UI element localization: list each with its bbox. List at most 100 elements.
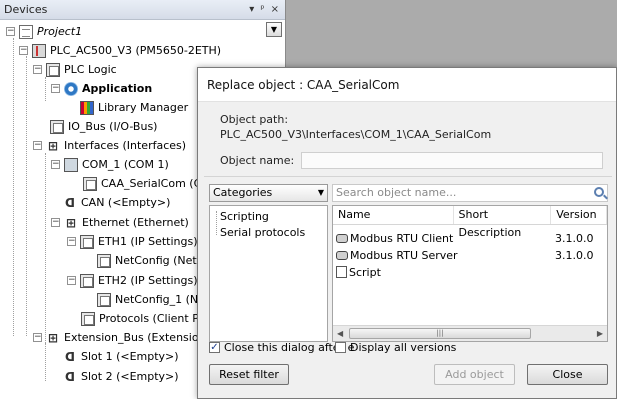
category-item-serial-protocols[interactable]: Serial protocols (220, 226, 305, 239)
object-path-value: PLC_AC500_V3\Interfaces\COM_1\CAA_Serial… (220, 128, 492, 141)
object-path-label: Object path: (220, 113, 289, 126)
tree-item-label: PLC_AC500_V3 (PM5650-2ETH) (50, 44, 222, 57)
tree-item-eth2[interactable]: − ETH2 (IP Settings) (67, 271, 198, 290)
tree-item-can[interactable]: ᗡ CAN (<Empty>) (63, 193, 170, 212)
tree-item-label: Application (82, 82, 153, 95)
search-input[interactable]: Search object name... (332, 184, 608, 202)
tree-connector (26, 56, 27, 336)
tree-item-label: Ethernet (Ethernet) (82, 216, 189, 229)
collapse-icon[interactable]: − (6, 27, 15, 36)
replace-object-dialog: Replace object : CAA_SerialCom Object pa… (197, 67, 617, 399)
tree-connector (45, 343, 46, 381)
tree-item-slot2[interactable]: ᗡ Slot 2 (<Empty>) (63, 367, 179, 386)
tree-item-extension-bus[interactable]: − ⊞ Extension_Bus (Extension (33, 328, 206, 347)
object-name-field[interactable] (301, 152, 603, 169)
column-header-name[interactable]: Name (333, 206, 454, 224)
tree-item-label: COM_1 (COM 1) (82, 158, 169, 171)
object-name: Modbus RTU Client (350, 232, 454, 245)
tree-item-label: Extension_Bus (Extension (64, 331, 206, 344)
com-port-icon (64, 157, 78, 172)
tree-item-protocols[interactable]: Protocols (Client Pro (81, 309, 210, 328)
empty-slot-icon: ᗡ (65, 195, 75, 210)
tree-connector (45, 153, 46, 343)
tree-item-interfaces[interactable]: − ⊞ Interfaces (Interfaces) (33, 136, 186, 155)
search-icon[interactable] (594, 187, 604, 197)
dialog-title: Replace object : CAA_SerialCom (198, 68, 616, 102)
collapse-icon[interactable]: − (67, 276, 76, 285)
library-icon (80, 100, 94, 115)
tree-item-io-bus[interactable]: IO_Bus (I/O-Bus) (50, 117, 157, 136)
collapse-icon[interactable]: − (33, 65, 42, 74)
tree-item-application[interactable]: − Application (51, 79, 152, 98)
tree-item-label: ETH1 (IP Settings) (98, 235, 198, 248)
object-info-panel: Object path: PLC_AC500_V3\Interfaces\COM… (209, 104, 607, 172)
categories-select[interactable]: Categories ▼ (209, 184, 328, 202)
interfaces-icon: ⊞ (47, 138, 59, 153)
scroll-right-icon[interactable]: ▶ (597, 329, 603, 338)
tree-item-label: CAA_SerialCom (CA (101, 174, 209, 193)
collapse-icon[interactable]: − (51, 160, 60, 169)
horizontal-scrollbar[interactable]: ◀ ||| ▶ (333, 325, 607, 341)
tree-item-project[interactable]: − Project1 (6, 22, 82, 41)
tree-item-label: CAN (<Empty>) (81, 196, 171, 209)
devices-dropdown-button[interactable]: ▼ (266, 22, 282, 37)
object-row-modbus-rtu-client[interactable]: Modbus RTU Client 3.1.0.0 (336, 230, 593, 247)
tree-item-label: Library Manager (98, 101, 189, 114)
tree-item-label: Slot 2 (<Empty>) (81, 370, 179, 383)
collapse-icon[interactable]: − (19, 46, 28, 55)
tree-item-library-manager[interactable]: Library Manager (80, 98, 188, 117)
category-item-scripting[interactable]: Scripting (220, 210, 269, 223)
collapse-icon[interactable]: − (33, 333, 42, 342)
tree-item-eth1[interactable]: − ETH1 (IP Settings) (67, 232, 198, 251)
scroll-left-icon[interactable]: ◀ (337, 329, 343, 338)
reset-filter-button[interactable]: Reset filter (209, 364, 289, 385)
object-row-modbus-rtu-server[interactable]: Modbus RTU Server 3.1.0.0 (336, 247, 593, 264)
tree-item-label: NetConfig_1 (Net (115, 293, 210, 306)
eth-port-icon (80, 273, 94, 288)
project-icon (19, 24, 33, 39)
tree-item-com1[interactable]: − COM_1 (COM 1) (51, 155, 169, 174)
collapse-icon[interactable]: − (67, 237, 76, 246)
tree-item-ethernet[interactable]: − ⊞ Ethernet (Ethernet) (51, 213, 189, 232)
collapse-icon[interactable]: − (51, 218, 60, 227)
tree-item-plc-logic[interactable]: − PLC Logic (33, 60, 117, 79)
protocols-icon (81, 311, 95, 326)
close-button[interactable]: Close (527, 364, 608, 385)
netconfig-icon (97, 253, 111, 268)
add-object-button[interactable]: Add object (434, 364, 515, 385)
devices-panel-titlebar: Devices ▾ ᵖ × (0, 0, 285, 20)
tree-item-netconfig[interactable]: NetConfig (NetCo (97, 251, 211, 270)
tree-item-label: ETH2 (IP Settings) (98, 274, 198, 287)
modbus-icon (336, 251, 348, 260)
serialcom-icon (83, 176, 97, 191)
panel-menu-icon[interactable]: ▾ (249, 4, 254, 15)
object-name: Modbus RTU Server (350, 249, 458, 262)
collapse-icon[interactable]: − (51, 84, 60, 93)
category-tree: Scripting Serial protocols (209, 205, 328, 342)
close-dialog-checkbox[interactable]: ✓ Close this dialog after e (209, 341, 354, 354)
tree-item-label: Protocols (Client Pro (99, 312, 210, 325)
tree-item-label: Project1 (37, 25, 83, 38)
tree-item-netconfig-1[interactable]: NetConfig_1 (Net (97, 290, 209, 309)
scrollbar-thumb[interactable]: ||| (349, 328, 531, 339)
tree-item-caa-serialcom[interactable]: CAA_SerialCom (CA (83, 174, 209, 193)
empty-slot-icon: ᗡ (65, 349, 75, 364)
tree-item-label: Slot 1 (<Empty>) (81, 350, 179, 363)
object-row-script[interactable]: Script (336, 264, 381, 281)
extension-bus-icon: ⊞ (47, 330, 59, 345)
column-header-version[interactable]: Version (551, 206, 607, 224)
object-version: 3.1.0.0 (555, 232, 594, 245)
pin-icon[interactable]: ᵖ (260, 4, 264, 15)
tree-item-label: Interfaces (Interfaces) (64, 139, 187, 152)
column-header-short-description[interactable]: Short Description (454, 206, 552, 239)
close-panel-icon[interactable]: × (271, 4, 279, 15)
object-version: 3.1.0.0 (555, 249, 594, 262)
checkbox-unchecked-icon[interactable] (335, 342, 346, 353)
display-all-versions-checkbox[interactable]: Display all versions (335, 341, 456, 354)
checkbox-checked-icon[interactable]: ✓ (209, 342, 220, 353)
netconfig-icon (97, 292, 111, 307)
tree-item-slot1[interactable]: ᗡ Slot 1 (<Empty>) (63, 347, 179, 366)
eth-port-icon (80, 234, 94, 249)
tree-item-plc[interactable]: − PLC_AC500_V3 (PM5650-2ETH) (19, 41, 221, 60)
collapse-icon[interactable]: − (33, 141, 42, 150)
